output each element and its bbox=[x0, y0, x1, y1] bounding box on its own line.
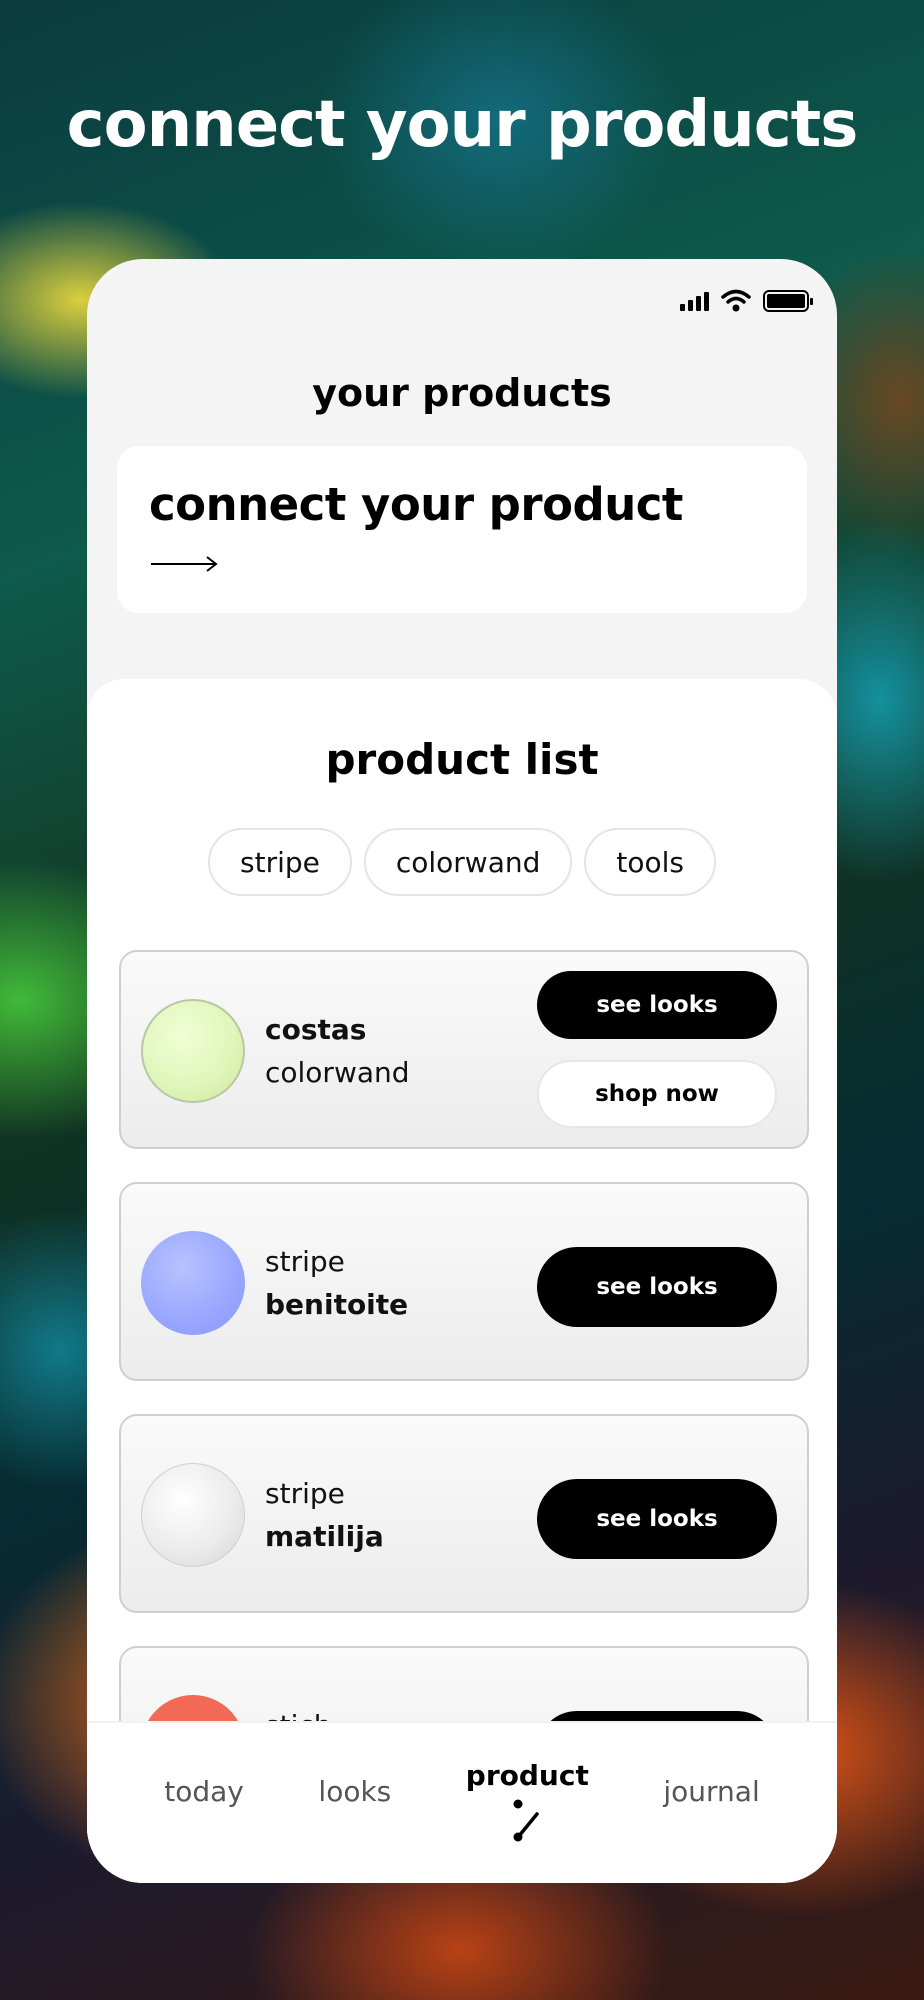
filter-chip-tools[interactable]: tools bbox=[584, 828, 716, 896]
wand-icon bbox=[513, 1799, 540, 1842]
connect-product-title: connect your product bbox=[149, 478, 683, 531]
product-line: stripe bbox=[265, 1477, 345, 1510]
hero-title: connect your products bbox=[66, 88, 859, 162]
tab-today[interactable]: today bbox=[164, 1775, 244, 1808]
product-line: stripe bbox=[265, 1245, 345, 1278]
tab-journal[interactable]: journal bbox=[663, 1775, 759, 1808]
product-name: costas bbox=[265, 1013, 367, 1046]
shop-now-button[interactable]: shop now bbox=[537, 1060, 777, 1128]
product-list-title: product list bbox=[325, 735, 599, 784]
tab-product[interactable]: product bbox=[466, 1759, 589, 1842]
tab-looks[interactable]: looks bbox=[318, 1775, 391, 1808]
product-card-matilija: stripe matilija see looks bbox=[119, 1414, 809, 1613]
signal-icon bbox=[680, 291, 709, 311]
battery-icon bbox=[763, 290, 813, 312]
wifi-icon bbox=[721, 289, 751, 312]
product-name: benitoite bbox=[265, 1288, 409, 1321]
filter-chip-stripe[interactable]: stripe bbox=[208, 828, 352, 896]
see-looks-button[interactable]: see looks bbox=[537, 1479, 777, 1559]
tab-product-label: product bbox=[465, 1759, 589, 1792]
product-swatch bbox=[141, 1231, 245, 1335]
phone-screen: your products connect your product produ… bbox=[87, 259, 837, 1883]
product-list-panel: product list stripe colorwand tools cost… bbox=[87, 679, 837, 1883]
see-looks-button[interactable]: see looks bbox=[537, 971, 777, 1039]
connect-product-card[interactable]: connect your product bbox=[117, 446, 807, 613]
product-info: costas colorwand bbox=[265, 1008, 410, 1094]
product-name: matilija bbox=[265, 1520, 384, 1553]
product-info: stripe benitoite bbox=[265, 1240, 408, 1326]
product-card-benitoite: stripe benitoite see looks bbox=[119, 1182, 809, 1381]
filter-chips: stripe colorwand tools bbox=[87, 828, 837, 896]
see-looks-button[interactable]: see looks bbox=[537, 1247, 777, 1327]
product-card-costas: costas colorwand see looks shop now bbox=[119, 950, 809, 1149]
tab-bar: today looks product journal bbox=[87, 1723, 837, 1883]
status-bar bbox=[680, 289, 813, 313]
product-swatch bbox=[141, 999, 245, 1103]
filter-chip-colorwand[interactable]: colorwand bbox=[363, 828, 573, 896]
product-swatch bbox=[141, 1463, 245, 1567]
page-title: your products bbox=[312, 371, 612, 415]
product-info: stripe matilija bbox=[265, 1472, 384, 1558]
long-arrow-right-icon bbox=[151, 556, 218, 572]
product-line: colorwand bbox=[265, 1056, 410, 1089]
